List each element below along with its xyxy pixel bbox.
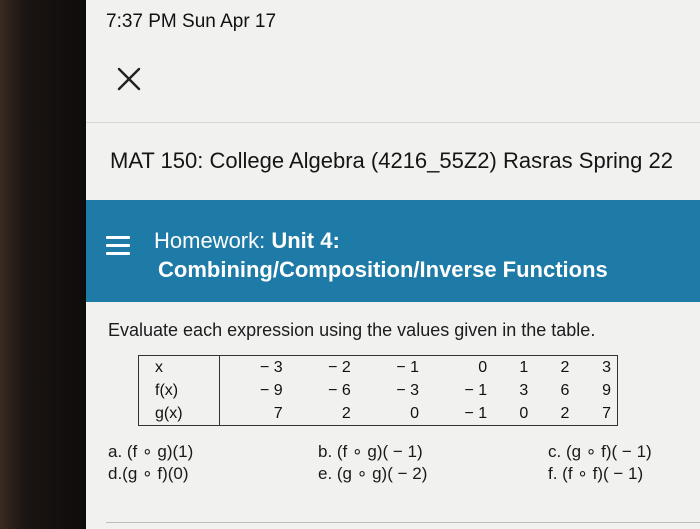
table-cell: − 1 <box>464 405 488 422</box>
values-table: x − 3 − 2 − 1 0 1 2 3 f(x) − 9 − 6 − 3 −… <box>138 355 618 426</box>
table-row-x: x − 3 − 2 − 1 0 1 2 3 <box>138 355 618 379</box>
question-instruction: Evaluate each expression using the value… <box>108 320 596 340</box>
table-cell: − 3 <box>396 382 419 399</box>
table-cell: 0 <box>519 405 529 422</box>
part-c[interactable]: c. (g ∘ f)( − 1) <box>548 442 652 462</box>
part-f[interactable]: f. (f ∘ f)( − 1) <box>548 464 643 484</box>
close-button[interactable] <box>112 62 146 96</box>
part-e[interactable]: e. (g ∘ g)( − 2) <box>318 464 427 484</box>
screen: 7:37 PM Sun Apr 17 MAT 150: College Alge… <box>86 0 700 529</box>
part-d[interactable]: d.(g ∘ f)(0) <box>108 464 189 484</box>
homework-unit: Unit 4: <box>271 228 340 253</box>
table-cell: 2 <box>560 359 570 376</box>
table-cell: − 1 <box>464 382 488 399</box>
bottom-divider <box>106 522 700 523</box>
device-bezel <box>0 0 86 529</box>
table-cell: − 3 <box>259 359 283 376</box>
part-a[interactable]: a. (f ∘ g)(1) <box>108 442 193 462</box>
table-cell: 0 <box>478 359 488 376</box>
menu-icon[interactable] <box>106 236 130 260</box>
homework-subtitle: Combining/Composition/Inverse Functions <box>158 257 608 282</box>
table-cell: 6 <box>560 382 570 399</box>
table-cell: 2 <box>341 405 351 422</box>
header-divider <box>86 122 700 123</box>
row-label: g(x) <box>138 402 220 426</box>
table-cell: − 1 <box>396 359 419 376</box>
table-cell: 7 <box>602 405 611 422</box>
table-cell: 2 <box>560 405 570 422</box>
table-cell: 1 <box>519 359 529 376</box>
table-cell: − 2 <box>328 359 351 376</box>
table-cell: 0 <box>410 405 419 422</box>
table-cell: 3 <box>602 359 611 376</box>
course-title: MAT 150: College Algebra (4216_55Z2) Ras… <box>110 148 673 173</box>
part-b[interactable]: b. (f ∘ g)( − 1) <box>318 442 423 462</box>
homework-prefix: Homework: <box>154 228 272 253</box>
table-cell: − 9 <box>259 382 283 399</box>
status-time-date: 7:37 PM Sun Apr 17 <box>106 11 277 32</box>
close-icon <box>117 67 141 91</box>
row-label: x <box>138 355 220 379</box>
table-cell: 9 <box>602 382 611 399</box>
table-cell: − 6 <box>328 382 351 399</box>
table-cell: 3 <box>519 382 529 399</box>
table-row-fx: f(x) − 9 − 6 − 3 − 1 3 6 9 <box>138 379 618 402</box>
row-label: f(x) <box>138 379 220 402</box>
table-cell: 7 <box>273 405 283 422</box>
homework-title: Homework: Unit 4: <box>154 228 340 254</box>
table-row-gx: g(x) 7 2 0 − 1 0 2 7 <box>138 402 618 426</box>
homework-banner: Homework: Unit 4: Combining/Composition/… <box>86 200 700 302</box>
